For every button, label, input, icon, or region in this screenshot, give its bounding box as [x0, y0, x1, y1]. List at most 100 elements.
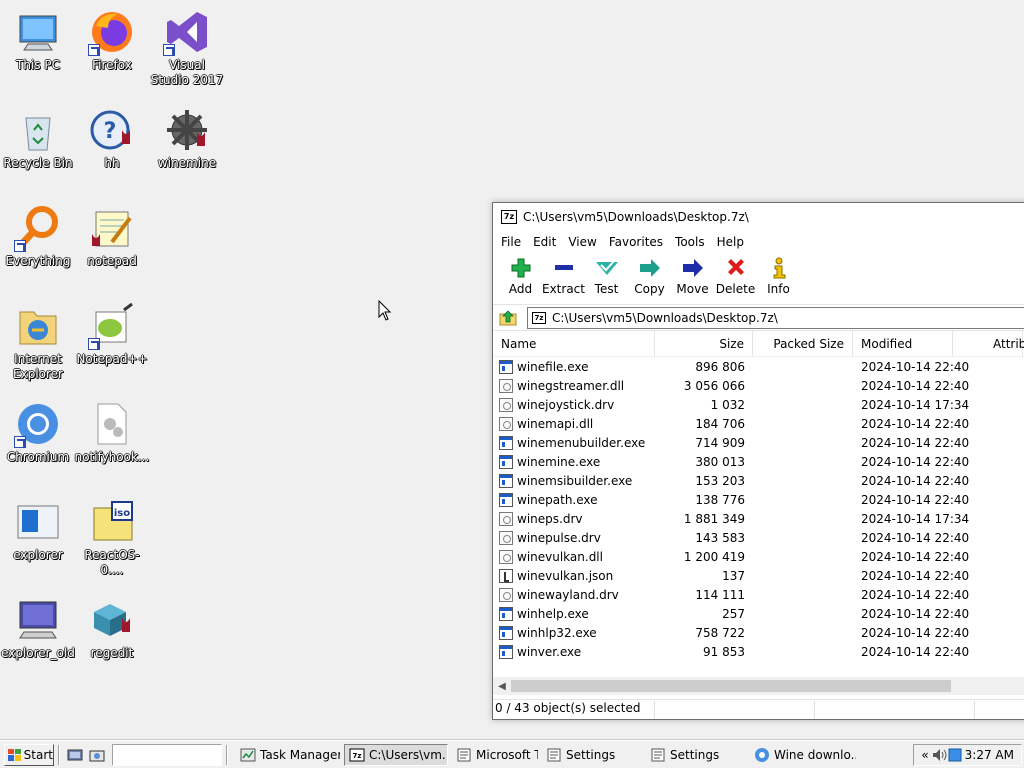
tray-expand-icon[interactable]: «: [921, 748, 928, 762]
file-row[interactable]: winver.exe 91 853 2024-10-14 22:40: [493, 642, 1024, 661]
desktop-icon-internet-explorer[interactable]: Internet Explorer: [0, 302, 76, 382]
taskbar-button-settings[interactable]: Settings: [542, 744, 642, 766]
file-modified: 2024-10-14 22:40: [861, 625, 970, 640]
taskbar-button-settings[interactable]: Settings: [646, 744, 746, 766]
scrollbar-thumb[interactable]: [511, 680, 951, 692]
up-folder-icon[interactable]: [499, 309, 517, 327]
desktop-icon-label: Firefox: [92, 58, 132, 72]
volume-icon[interactable]: [932, 748, 948, 762]
file-modified: 2024-10-14 22:40: [861, 606, 970, 621]
copy-button[interactable]: Copy: [628, 256, 671, 296]
mouse-cursor-icon: [378, 300, 392, 321]
menu-tools[interactable]: Tools: [669, 235, 711, 249]
taskbar-button-label: Microsoft Tex...: [476, 747, 538, 762]
desktop-icon-label: regedit: [90, 646, 134, 660]
taskbar-button-7zip-window[interactable]: 7z C:\Users\vm...: [344, 743, 448, 766]
shortcut-arrow-icon: [14, 240, 26, 252]
task-manager-icon: [240, 748, 256, 761]
menu-favorites[interactable]: Favorites: [603, 235, 669, 249]
add-button[interactable]: Add: [499, 256, 542, 296]
desktop-icon-regedit[interactable]: regedit: [74, 596, 150, 661]
file-name: winefile.exe: [517, 359, 589, 374]
column-packed-size[interactable]: Packed Size: [753, 330, 853, 357]
menu-view[interactable]: View: [562, 235, 602, 249]
test-button[interactable]: Test: [585, 256, 628, 296]
desktop-icon-notepad[interactable]: notepad: [74, 204, 150, 269]
regedit-icon: [94, 604, 130, 636]
column-name[interactable]: Name: [493, 330, 655, 357]
desktop-icon-firefox[interactable]: Firefox: [74, 8, 150, 73]
list-header: Name Size Packed Size Modified Attrib: [493, 330, 1024, 357]
file-row[interactable]: winegstreamer.dll 3 056 066 2024-10-14 22:…: [493, 376, 1024, 395]
file-row[interactable]: winepath.exe 138 776 2024-10-14 22:40: [493, 490, 1024, 509]
move-button-label: Move: [676, 282, 709, 296]
quick-launch-explorer-icon[interactable]: [89, 747, 105, 763]
file-row[interactable]: winevulkan.json 137 2024-10-14 22:40: [493, 566, 1024, 585]
file-row[interactable]: winemine.exe 380 013 2024-10-14 22:40: [493, 452, 1024, 471]
dll-file-icon: [499, 530, 513, 545]
menu-edit[interactable]: Edit: [527, 235, 562, 249]
file-row[interactable]: winevulkan.dll 1 200 419 2024-10-14 22:40: [493, 547, 1024, 566]
desktop-icon-explorer[interactable]: explorer: [0, 498, 76, 563]
desktop-icon-explorer-old[interactable]: explorer_old: [0, 596, 76, 661]
file-row[interactable]: winhlp32.exe 758 722 2024-10-14 22:40: [493, 623, 1024, 642]
taskbar-toolbar-field[interactable]: [112, 743, 222, 766]
file-modified: 2024-10-14 22:40: [861, 568, 970, 583]
extract-button[interactable]: Extract: [542, 256, 585, 296]
file-row[interactable]: winewayland.drv 114 111 2024-10-14 22:40: [493, 585, 1024, 604]
clock[interactable]: 3:27 AM: [965, 748, 1014, 762]
file-size: 138 776: [695, 492, 745, 507]
file-size: 143 583: [695, 530, 745, 545]
menu-help[interactable]: Help: [711, 235, 750, 249]
file-name: winhlp32.exe: [517, 625, 597, 640]
file-row[interactable]: winepulse.drv 143 583 2024-10-14 22:40: [493, 528, 1024, 547]
taskbar-button-wine-download[interactable]: Wine downlo...: [750, 744, 856, 766]
title-bar[interactable]: 7z C:\Users\vm5\Downloads\Desktop.7z\: [493, 203, 1024, 231]
desktop-icon-everything-search[interactable]: Everything: [0, 204, 76, 269]
start-button[interactable]: Start: [4, 743, 54, 766]
dll-file-icon: [499, 378, 513, 393]
dll-file-icon: [499, 511, 513, 526]
file-row[interactable]: winemsibuilder.exe 153 203 2024-10-14 22:4…: [493, 471, 1024, 490]
menu-file[interactable]: File: [495, 235, 527, 249]
info-button[interactable]: Info: [757, 256, 800, 296]
info-icon: [773, 257, 785, 279]
file-row[interactable]: winefile.exe 896 806 2024-10-14 22:40: [493, 357, 1024, 376]
desktop-icon-visual-studio-2017[interactable]: Visual Studio 2017: [149, 8, 225, 88]
network-icon[interactable]: [948, 748, 962, 762]
recycle-bin-icon: [25, 117, 51, 151]
this-pc-icon: [19, 15, 57, 51]
desktop-icon-hh-help[interactable]: ? hh: [74, 106, 150, 171]
desktop-icon-iso-file[interactable]: iso ReactOS-0....: [74, 498, 150, 578]
settings-icon: [651, 748, 665, 761]
delete-button[interactable]: Delete: [714, 256, 757, 296]
column-modified[interactable]: Modified: [853, 330, 953, 357]
column-attrib[interactable]: Attrib: [953, 330, 1024, 357]
file-modified: 2024-10-14 17:34: [861, 511, 970, 526]
file-row[interactable]: winemapi.dll 184 706 2024-10-14 22:40: [493, 414, 1024, 433]
file-modified: 2024-10-14 22:40: [861, 454, 970, 469]
desktop-icon-label: Visual Studio 2017: [150, 58, 224, 87]
file-row[interactable]: wineps.drv 1 881 349 2024-10-14 17:34: [493, 509, 1024, 528]
file-name: winegstreamer.dll: [517, 378, 625, 393]
desktop-icon-chromium[interactable]: Chromium: [0, 400, 76, 465]
column-size[interactable]: Size: [655, 330, 753, 357]
taskbar-separator: [226, 744, 228, 765]
file-row[interactable]: winemenubuilder.exe 714 909 2024-10-14 22:…: [493, 433, 1024, 452]
taskbar-button-microsoft-text-input[interactable]: Microsoft Tex...: [452, 744, 538, 766]
move-button[interactable]: Move: [671, 256, 714, 296]
desktop-icon-notifyhook[interactable]: notifyhook...: [74, 400, 150, 465]
taskbar-button-task-manager[interactable]: Task Manager: [236, 744, 340, 766]
exe-file-icon: [499, 606, 513, 621]
desktop-icon-recycle-bin[interactable]: Recycle Bin: [0, 106, 76, 171]
desktop-icon-this-pc[interactable]: This PC: [0, 8, 76, 73]
desktop-icon-winemine[interactable]: winemine: [149, 106, 225, 171]
file-row[interactable]: winejoystick.drv 1 032 2024-10-14 17:34: [493, 395, 1024, 414]
horizontal-scrollbar[interactable]: ◀: [493, 677, 1024, 695]
scroll-left-icon[interactable]: ◀: [493, 681, 511, 692]
file-row[interactable]: winhelp.exe 257 2024-10-14 22:40: [493, 604, 1024, 623]
desktop-icon-notepad-plus-plus[interactable]: Notepad++: [74, 302, 150, 367]
taskbar: Start Task Manager 7z C:\Users\vm... Micros…: [0, 740, 1024, 768]
show-desktop-icon[interactable]: [67, 747, 83, 763]
address-field[interactable]: 7z C:\Users\vm5\Downloads\Desktop.7z\: [527, 306, 1024, 329]
